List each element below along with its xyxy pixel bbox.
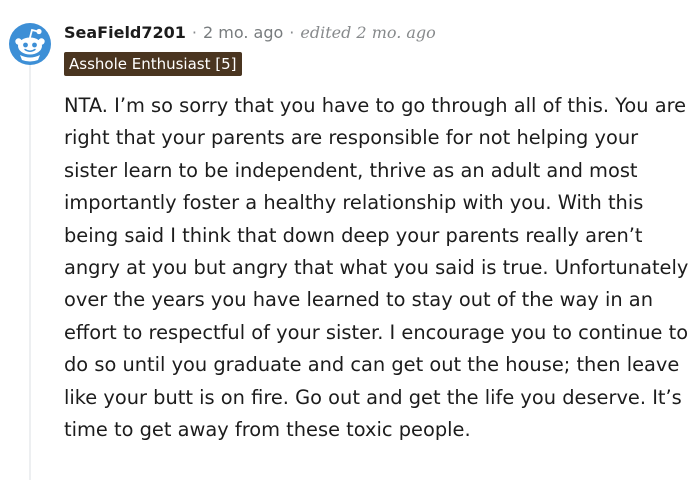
comment-body: NTA. I’m so sorry that you have to go th… bbox=[64, 94, 689, 442]
meta-separator: · bbox=[191, 22, 197, 42]
snoo-avatar-icon[interactable] bbox=[8, 22, 52, 66]
timestamp-link[interactable]: 2 mo. ago bbox=[203, 23, 283, 42]
meta-separator-2: · bbox=[289, 22, 295, 42]
comment: SeaField7201 · 2 mo. ago · edited 2 mo. … bbox=[0, 0, 700, 480]
comment-header: SeaField7201 · 2 mo. ago · edited 2 mo. … bbox=[64, 20, 436, 44]
thread-line[interactable] bbox=[29, 64, 31, 480]
user-flair-badge: Asshole Enthusiast [5] bbox=[64, 52, 242, 76]
edited-indicator: edited 2 mo. ago bbox=[300, 22, 436, 42]
username-link[interactable]: SeaField7201 bbox=[64, 23, 186, 42]
